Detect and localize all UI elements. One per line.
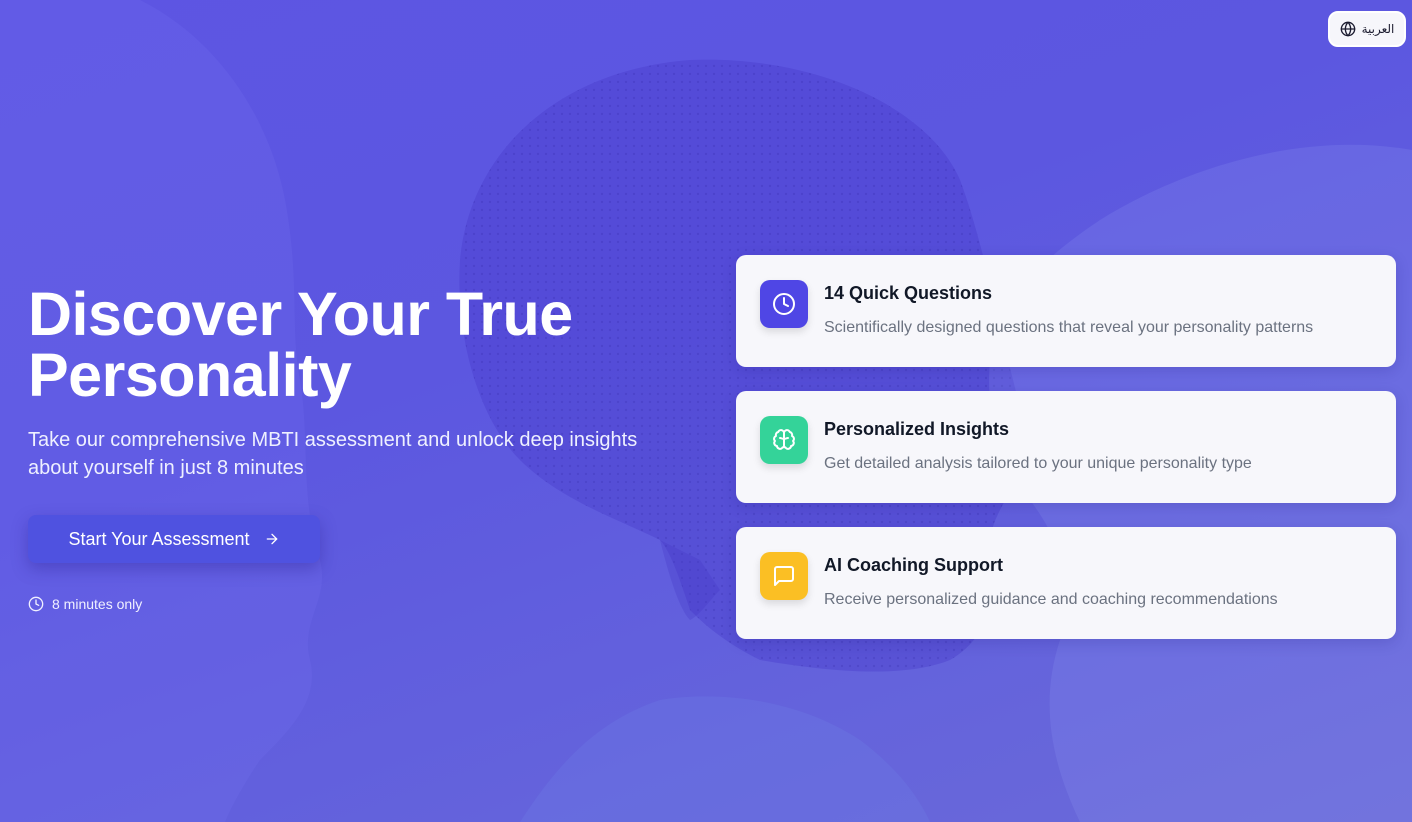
duration-note: 8 minutes only <box>28 596 708 612</box>
clock-icon <box>773 293 795 315</box>
chat-icon <box>774 566 794 586</box>
feature-title: AI Coaching Support <box>824 555 1003 575</box>
feature-cards: 14 Quick Questions Scientifically design… <box>736 255 1396 663</box>
start-assessment-button[interactable]: Start Your Assessment <box>28 515 320 563</box>
globe-icon <box>1340 21 1355 37</box>
feature-text: Personalized Insights Get detailed analy… <box>824 416 1252 473</box>
arrow-right-icon <box>266 533 277 545</box>
feature-text: AI Coaching Support Receive personalized… <box>824 552 1278 609</box>
hero-subtitle-line1: Take our comprehensive MBTI assessment a… <box>28 429 638 451</box>
feature-text: 14 Quick Questions Scientifically design… <box>824 280 1313 337</box>
feature-icon-badge <box>760 280 808 328</box>
feature-title: 14 Quick Questions <box>824 283 993 303</box>
hero-title-line2: Personality <box>28 341 352 409</box>
feature-description: Get detailed analysis tailored to your u… <box>824 455 1252 472</box>
feature-icon-badge <box>760 552 808 600</box>
feature-card-questions[interactable]: 14 Quick Questions Scientifically design… <box>736 255 1396 367</box>
duration-label: 8 minutes only <box>52 596 143 612</box>
hero-title-line1: Discover Your True <box>28 280 573 348</box>
hero-subtitle-line2: about yourself in just 8 minutes <box>28 457 304 479</box>
language-toggle-label: العربية <box>1361 22 1395 36</box>
feature-card-insights[interactable]: Personalized Insights Get detailed analy… <box>736 391 1396 503</box>
start-assessment-label: Start Your Assessment <box>68 528 250 549</box>
hero-title: Discover Your True Personality <box>28 284 708 406</box>
feature-description: Receive personalized guidance and coachi… <box>824 591 1278 608</box>
feature-description: Scientifically designed questions that r… <box>824 319 1314 336</box>
language-toggle-button[interactable]: العربية <box>1328 11 1406 47</box>
hero-section: Discover Your True Personality Take our … <box>28 284 708 612</box>
feature-title: Personalized Insights <box>824 419 1010 439</box>
clock-icon <box>28 596 44 612</box>
feature-icon-badge <box>760 416 808 464</box>
feature-card-coaching[interactable]: AI Coaching Support Receive personalized… <box>736 527 1396 639</box>
hero-subtitle: Take our comprehensive MBTI assessment a… <box>28 426 698 482</box>
brain-icon <box>773 429 795 450</box>
